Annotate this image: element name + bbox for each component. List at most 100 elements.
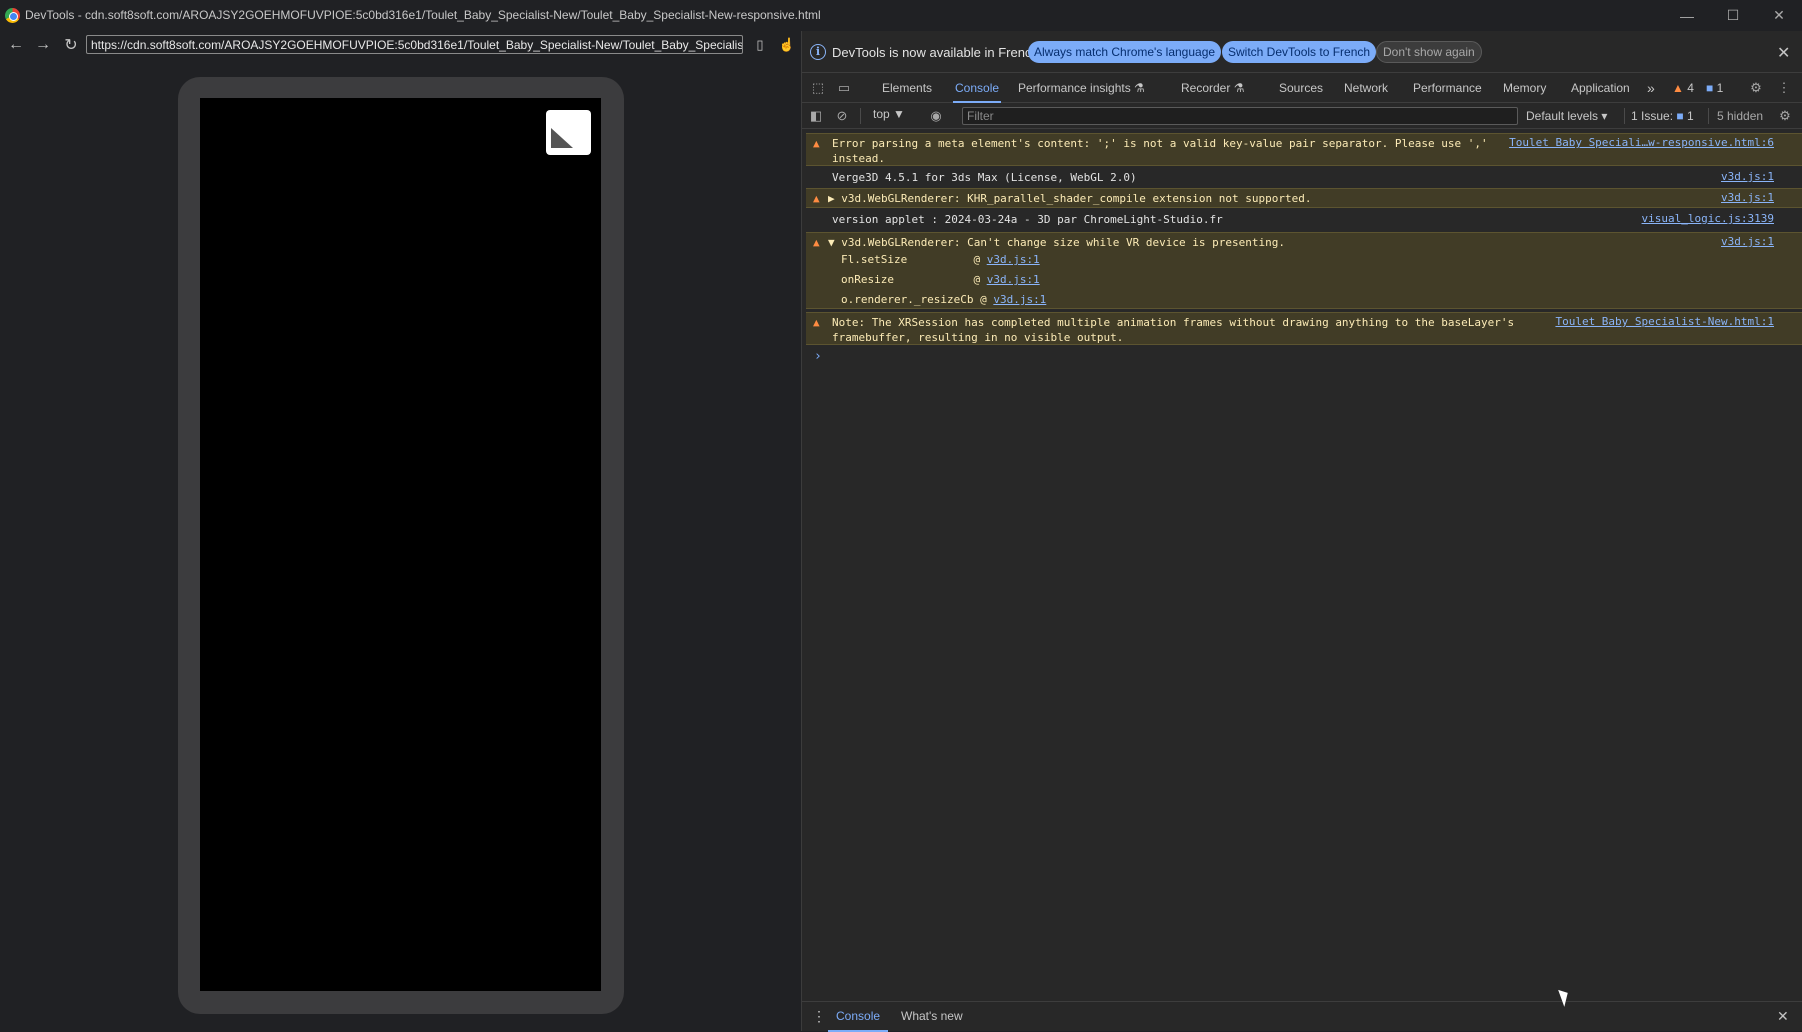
tab-performance[interactable]: Performance	[1413, 73, 1482, 103]
toolbar-separator	[860, 108, 861, 124]
tab-network[interactable]: Network	[1344, 73, 1388, 103]
issues-count: 1	[1686, 109, 1694, 123]
source-link[interactable]: Toulet Baby Specialist-New.html:1	[1555, 315, 1774, 328]
message-text: version applet : 2024-03-24a - 3D par Ch…	[832, 213, 1223, 226]
console-prompt[interactable]: ›	[814, 349, 822, 364]
infobar-message: DevTools is now available in French!	[832, 45, 1043, 60]
stack-frame: Fl.setSize @ v3d.js:1	[841, 253, 1040, 266]
minimize-button[interactable]: —	[1664, 0, 1710, 31]
message-text: ▼ v3d.WebGLRenderer: Can't change size w…	[828, 236, 1285, 249]
clear-console-icon[interactable]: ⊘	[834, 108, 850, 124]
message-text: ▶ v3d.WebGLRenderer: KHR_parallel_shader…	[828, 192, 1312, 205]
switch-to-french-button[interactable]: Switch DevTools to French	[1222, 41, 1377, 63]
stack-function: Fl.setSize @	[841, 253, 987, 266]
console-message: ▲ Note: The XRSession has completed mult…	[806, 312, 1802, 345]
settings-gear-icon[interactable]: ⚙	[1748, 80, 1764, 96]
toolbar-separator	[1624, 108, 1625, 124]
address-row: ← → ↻ https://cdn.soft8soft.com/AROAJSY2…	[0, 31, 801, 59]
tab-application[interactable]: Application	[1571, 73, 1630, 103]
warning-icon: ▲	[813, 236, 820, 249]
tab-console[interactable]: Console	[953, 73, 1002, 103]
stack-link[interactable]: v3d.js:1	[993, 293, 1046, 306]
devtools-tabbar: ⬚ ▭ Elements Console Performance insight…	[802, 73, 1802, 103]
console-toolbar: ◧ ⊘ top ▼ ◉ Filter Default levels ▾ 1 Is…	[802, 103, 1802, 129]
console-output: ▲ Error parsing a meta element's content…	[802, 129, 1802, 999]
tab-performance-insights[interactable]: Performance insights ⚗	[1018, 73, 1145, 103]
page-pane: ← → ↻ https://cdn.soft8soft.com/AROAJSY2…	[0, 31, 801, 1031]
messages-count: 1	[1716, 81, 1724, 95]
message-icon: ■	[1706, 81, 1714, 95]
console-message[interactable]: ▲ ▼ v3d.WebGLRenderer: Can't change size…	[806, 232, 1802, 309]
device-frame	[178, 77, 624, 1014]
source-link[interactable]: Toulet Baby Speciali…w-responsive.html:6	[1509, 136, 1774, 149]
stack-function: onResize @	[841, 273, 987, 286]
console-message: version applet : 2024-03-24a - 3D par Ch…	[806, 211, 1802, 229]
stack-link[interactable]: v3d.js:1	[987, 253, 1040, 266]
device-screen[interactable]	[200, 98, 601, 991]
window-titlebar: DevTools - cdn.soft8soft.com/AROAJSY2GOE…	[0, 0, 1802, 31]
messages-badge[interactable]: ■ 1	[1706, 81, 1723, 95]
drawer-tab-whats-new[interactable]: What's new	[901, 1002, 963, 1032]
tab-recorder[interactable]: Recorder ⚗	[1181, 73, 1244, 103]
reload-button[interactable]: ↻	[61, 35, 81, 55]
tab-memory[interactable]: Memory	[1503, 73, 1546, 103]
close-infobar-icon[interactable]: ✕	[1777, 43, 1790, 63]
drawer-menu-icon[interactable]: ⋮	[812, 1008, 826, 1025]
more-tabs-icon[interactable]: »	[1647, 73, 1655, 103]
stack-link[interactable]: v3d.js:1	[987, 273, 1040, 286]
toolbar-separator	[1708, 108, 1709, 124]
live-expression-eye-icon[interactable]: ◉	[928, 108, 944, 124]
hidden-messages-count: 5 hidden	[1717, 109, 1764, 123]
dont-show-again-button[interactable]: Don't show again	[1376, 41, 1482, 63]
warning-icon: ▲	[813, 316, 820, 329]
source-link[interactable]: visual_logic.js:3139	[1642, 212, 1774, 225]
warnings-count: 4	[1687, 81, 1694, 95]
back-button[interactable]: ←	[6, 35, 26, 55]
source-link[interactable]: v3d.js:1	[1721, 235, 1774, 248]
chrome-icon	[5, 8, 20, 23]
window-title: DevTools - cdn.soft8soft.com/AROAJSY2GOE…	[25, 8, 821, 22]
warnings-badge[interactable]: ▲ 4	[1672, 81, 1694, 95]
warning-icon: ▲	[813, 192, 820, 205]
issue-icon: ■	[1676, 109, 1684, 123]
mouse-icon[interactable]: ▯	[750, 35, 770, 55]
close-window-button[interactable]: ✕	[1756, 0, 1802, 31]
address-bar[interactable]: https://cdn.soft8soft.com/AROAJSY2GOEHMO…	[86, 35, 743, 54]
forward-button[interactable]: →	[33, 35, 53, 55]
log-levels-dropdown[interactable]: Default levels ▾	[1526, 109, 1607, 123]
device-toolbar-icon[interactable]: ▭	[836, 80, 852, 96]
console-message: Verge3D 4.5.1 for 3ds Max (License, WebG…	[806, 169, 1802, 187]
bottom-drawer: ⋮ Console What's new ✕	[802, 1001, 1802, 1032]
console-settings-gear-icon[interactable]: ⚙	[1777, 108, 1793, 124]
maximize-button[interactable]: ☐	[1710, 0, 1756, 31]
touch-icon[interactable]: ☝	[777, 35, 797, 55]
message-text: Error parsing a meta element's content: …	[832, 137, 1488, 165]
sidebar-toggle-icon[interactable]: ◧	[808, 108, 824, 124]
stack-frame: o.renderer._resizeCb @ v3d.js:1	[841, 293, 1046, 306]
stack-function: o.renderer._resizeCb @	[841, 293, 994, 306]
info-icon: i	[810, 44, 826, 60]
console-message: ▲ Error parsing a meta element's content…	[806, 133, 1802, 166]
stack-frame: onResize @ v3d.js:1	[841, 273, 1040, 286]
warning-icon: ▲	[1672, 81, 1684, 95]
source-link[interactable]: v3d.js:1	[1721, 191, 1774, 204]
warning-icon: ▲	[813, 137, 820, 150]
vr-toggle-icon[interactable]	[546, 110, 591, 155]
kebab-menu-icon[interactable]: ⋮	[1776, 80, 1792, 96]
tab-elements[interactable]: Elements	[882, 73, 932, 103]
drawer-tab-console[interactable]: Console	[828, 1002, 889, 1032]
message-text: Verge3D 4.5.1 for 3ds Max (License, WebG…	[832, 171, 1137, 184]
issues-counter[interactable]: 1 Issue: ■ 1	[1631, 109, 1694, 123]
filter-input[interactable]: Filter	[962, 107, 1518, 125]
devtools-panel: i DevTools is now available in French! A…	[802, 31, 1802, 1032]
tab-sources[interactable]: Sources	[1279, 73, 1323, 103]
language-infobar: i DevTools is now available in French! A…	[802, 31, 1802, 73]
console-message[interactable]: ▲ ▶ v3d.WebGLRenderer: KHR_parallel_shad…	[806, 188, 1802, 208]
close-drawer-icon[interactable]: ✕	[1777, 1008, 1789, 1025]
context-select[interactable]: top ▼	[873, 107, 905, 121]
message-text: Note: The XRSession has completed multip…	[832, 316, 1515, 344]
issues-label: 1 Issue:	[1631, 109, 1674, 123]
source-link[interactable]: v3d.js:1	[1721, 170, 1774, 183]
inspect-element-icon[interactable]: ⬚	[810, 80, 826, 96]
always-match-language-button[interactable]: Always match Chrome's language	[1028, 41, 1222, 63]
